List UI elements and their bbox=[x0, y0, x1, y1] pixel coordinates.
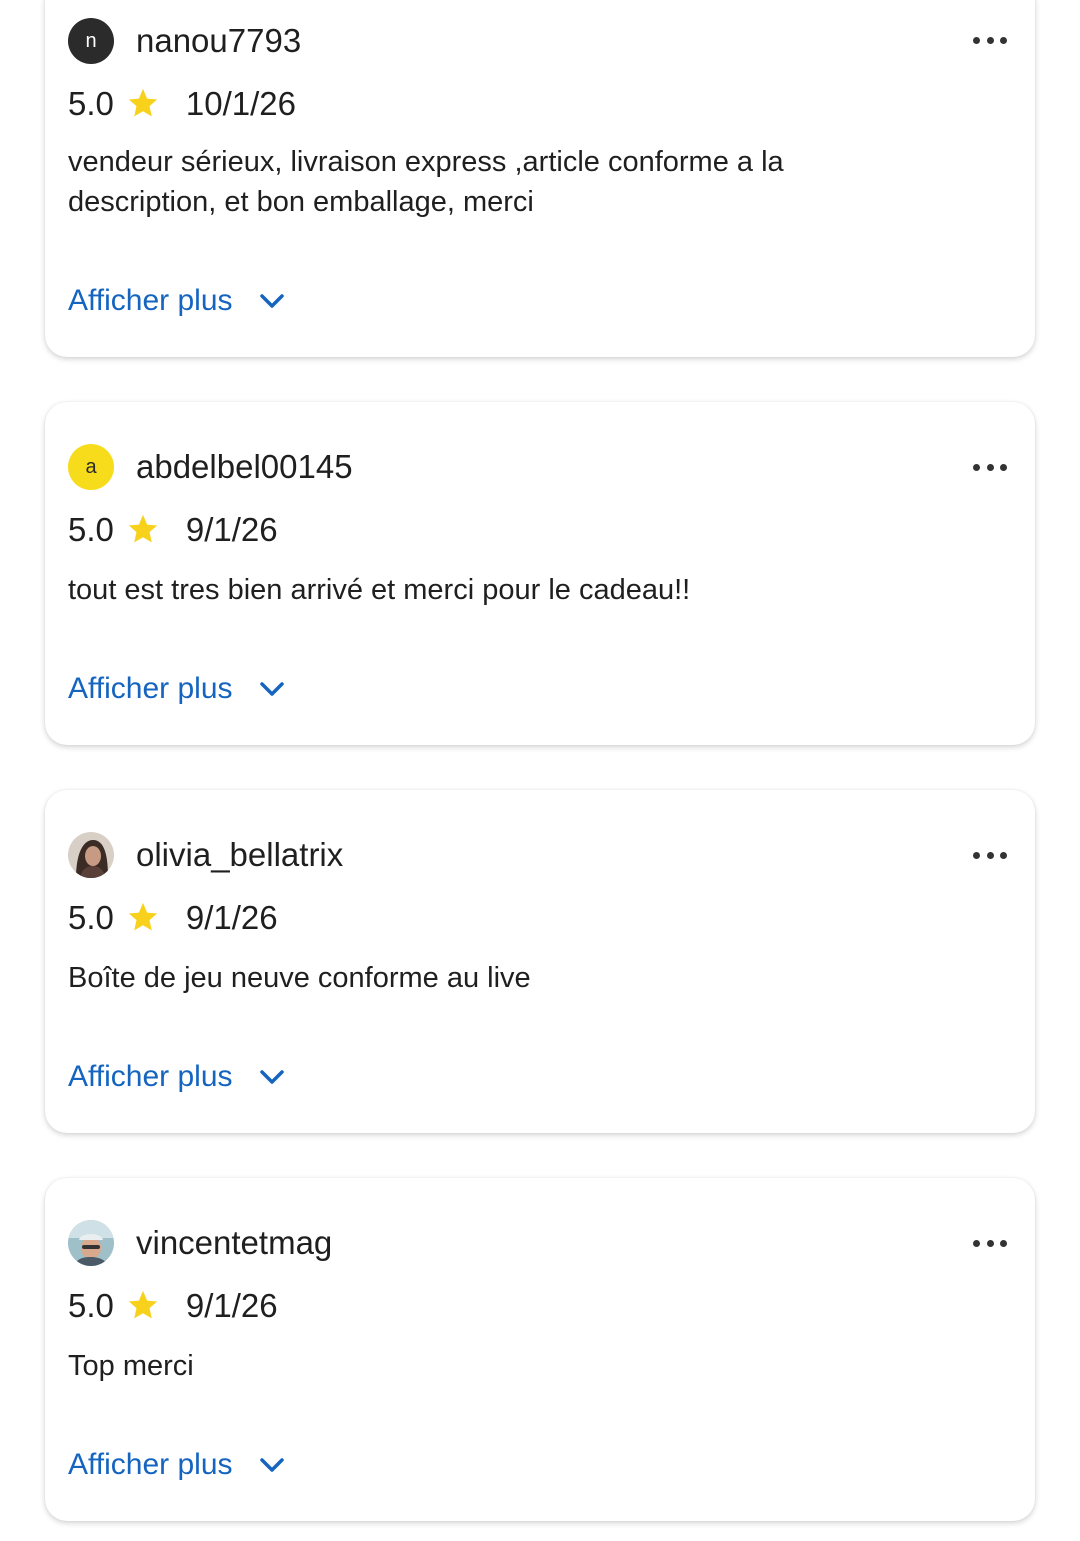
avatar-initial: a bbox=[85, 455, 97, 478]
chevron-down-icon bbox=[259, 682, 284, 696]
avatar[interactable]: n bbox=[68, 18, 114, 64]
more-options-icon[interactable] bbox=[973, 461, 1007, 473]
review-date: 9/1/26 bbox=[185, 1286, 278, 1324]
rating-value: 5.0 bbox=[68, 1286, 114, 1324]
profile-photo bbox=[68, 1220, 114, 1266]
show-more-label: Afficher plus bbox=[68, 1060, 233, 1093]
username[interactable]: vincentetmag bbox=[136, 1226, 332, 1259]
review-text: Boîte de jeu neuve conforme au live bbox=[68, 962, 531, 994]
star-icon bbox=[128, 88, 158, 117]
username[interactable]: abdelbel00145 bbox=[136, 450, 353, 483]
rating-value: 5.0 bbox=[68, 84, 114, 122]
review-card: n nanou7793 5.0 10/1/26 vendeur sérieux,… bbox=[45, 0, 1035, 357]
username[interactable]: olivia_bellatrix bbox=[136, 838, 343, 871]
more-options-icon[interactable] bbox=[973, 1237, 1007, 1249]
show-more-link[interactable]: Afficher plus bbox=[68, 1450, 287, 1480]
review-date: 9/1/26 bbox=[185, 898, 278, 936]
chevron-down-icon bbox=[259, 1070, 284, 1084]
rating-value: 5.0 bbox=[68, 510, 114, 548]
avatar[interactable]: a bbox=[68, 444, 114, 490]
rating-row: 5.0 9/1/26 bbox=[68, 512, 278, 546]
rating-row: 5.0 9/1/26 bbox=[68, 1288, 278, 1322]
show-more-link[interactable]: Afficher plus bbox=[68, 674, 287, 704]
show-more-label: Afficher plus bbox=[68, 1448, 233, 1481]
review-card: olivia_bellatrix 5.0 9/1/26 Boîte de jeu… bbox=[45, 790, 1035, 1133]
username[interactable]: nanou7793 bbox=[136, 24, 301, 57]
profile-photo bbox=[68, 832, 114, 878]
rating-row: 5.0 9/1/26 bbox=[68, 900, 278, 934]
rating-value: 5.0 bbox=[68, 898, 114, 936]
show-more-link[interactable]: Afficher plus bbox=[68, 286, 287, 316]
avatar[interactable] bbox=[68, 1220, 114, 1266]
avatar[interactable] bbox=[68, 832, 114, 878]
review-text: Top merci bbox=[68, 1350, 194, 1382]
show-more-label: Afficher plus bbox=[68, 672, 233, 705]
more-options-icon[interactable] bbox=[973, 34, 1007, 46]
show-more-label: Afficher plus bbox=[68, 284, 233, 317]
avatar-initial: n bbox=[85, 29, 97, 52]
star-icon bbox=[128, 1290, 158, 1319]
review-date: 10/1/26 bbox=[185, 84, 296, 122]
review-date: 9/1/26 bbox=[185, 510, 278, 548]
chevron-down-icon bbox=[259, 1458, 284, 1472]
chevron-down-icon bbox=[259, 294, 284, 308]
review-card: vincentetmag 5.0 9/1/26 Top merci Affich… bbox=[45, 1178, 1035, 1521]
more-options-icon[interactable] bbox=[973, 849, 1007, 861]
star-icon bbox=[128, 902, 158, 931]
review-text: vendeur sérieux, livraison express ,arti… bbox=[68, 146, 784, 218]
show-more-link[interactable]: Afficher plus bbox=[68, 1062, 287, 1092]
review-card: a abdelbel00145 5.0 9/1/26 tout est tres… bbox=[45, 402, 1035, 745]
star-icon bbox=[128, 514, 158, 543]
rating-row: 5.0 10/1/26 bbox=[68, 86, 296, 120]
review-text: tout est tres bien arrivé et merci pour … bbox=[68, 574, 691, 606]
